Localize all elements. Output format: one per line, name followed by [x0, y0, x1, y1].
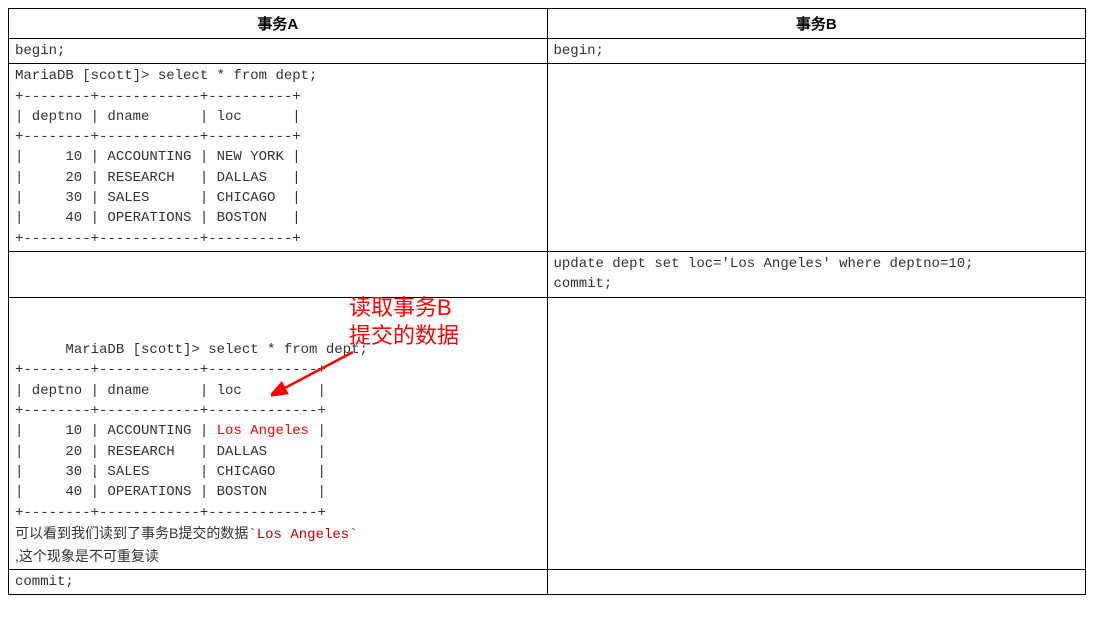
annotation-callout: 读取事务B 提交的数据	[349, 294, 459, 351]
cell-b-empty-1	[547, 64, 1086, 252]
table-row: | 30 | SALES | CHICAGO |	[15, 190, 301, 206]
sql-command: MariaDB [scott]> select * from dept;	[15, 68, 317, 84]
table-header-row: | deptno | dname | loc |	[15, 383, 326, 399]
sql-update: update dept set loc='Los Angeles' where …	[554, 256, 974, 272]
cell-b-empty-2	[547, 297, 1086, 569]
table-sep: +--------+------------+-------------+	[15, 403, 326, 419]
table-row: | 20 | RESEARCH | DALLAS |	[15, 444, 326, 460]
cell-a-second-select: 读取事务B 提交的数据 MariaDB [scott]> select * fr…	[9, 297, 548, 569]
sql-commit: commit;	[554, 276, 613, 292]
table-sep: +--------+------------+----------+	[15, 129, 301, 145]
table-sep: +--------+------------+----------+	[15, 231, 301, 247]
header-transaction-a: 事务A	[9, 9, 548, 39]
table-sep: +--------+------------+-------------+	[15, 362, 326, 378]
table-row: | 10 | ACCOUNTING | NEW YORK |	[15, 149, 301, 165]
cell-b-empty-3	[547, 569, 1086, 594]
cell-a-empty-1	[9, 251, 548, 297]
cell-a-first-select: MariaDB [scott]> select * from dept; +--…	[9, 64, 548, 252]
cell-a-begin: begin;	[9, 39, 548, 64]
annotation-line2: 提交的数据	[349, 323, 459, 348]
table-row: | 40 | OPERATIONS | BOSTON |	[15, 484, 326, 500]
transaction-comparison-table: 事务A 事务B begin; begin; MariaDB [scott]> s…	[8, 8, 1086, 595]
table-row: | 20 | RESEARCH | DALLAS |	[15, 170, 301, 186]
table-sep: +--------+------------+----------+	[15, 89, 301, 105]
table-sep: +--------+------------+-------------+	[15, 505, 326, 521]
sql-command: MariaDB [scott]> select * from dept;	[65, 342, 367, 358]
code-literal: `Los Angeles`	[248, 527, 357, 543]
changed-value: Los Angeles	[217, 423, 309, 439]
cell-b-update: update dept set loc='Los Angeles' where …	[547, 251, 1086, 297]
table-row: | 30 | SALES | CHICAGO |	[15, 464, 326, 480]
table-row: | 40 | OPERATIONS | BOSTON |	[15, 210, 301, 226]
annotation-line1: 读取事务B	[349, 295, 452, 320]
cell-a-commit: commit;	[9, 569, 548, 594]
table-header-row: | deptno | dname | loc |	[15, 109, 301, 125]
table-row: | 10 | ACCOUNTING | Los Angeles |	[15, 423, 326, 439]
cell-b-begin: begin;	[547, 39, 1086, 64]
header-transaction-b: 事务B	[547, 9, 1086, 39]
explanation-note: 可以看到我们读到了事务B提交的数据`Los Angeles`,这个现象是不可重复…	[15, 523, 541, 567]
